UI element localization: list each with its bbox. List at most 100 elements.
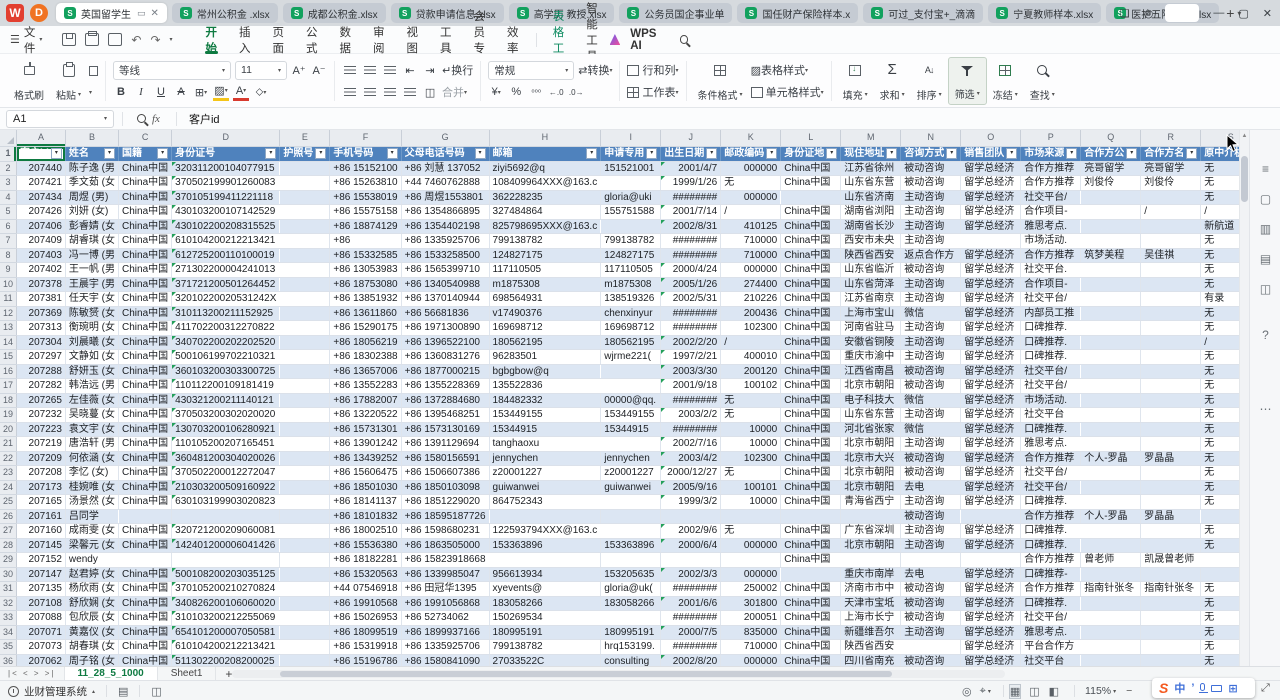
cell[interactable] <box>1141 292 1201 307</box>
cell[interactable] <box>489 509 601 524</box>
cell[interactable] <box>1141 335 1201 350</box>
cell[interactable]: 124827175 <box>489 248 601 263</box>
cell[interactable]: 留学总经济 <box>961 422 1021 437</box>
cell[interactable]: 市场活动. <box>1021 234 1081 249</box>
cell[interactable] <box>280 205 330 220</box>
cell[interactable]: +86 1396522100 <box>401 335 489 350</box>
cell[interactable]: 胡春琪 (女 <box>65 640 118 655</box>
column-header-A[interactable]: A <box>17 130 66 146</box>
cell[interactable]: 207369 <box>17 306 66 321</box>
cell[interactable]: 207173 <box>17 480 66 495</box>
cell[interactable] <box>1081 306 1141 321</box>
cell[interactable]: xyevents@ <box>489 582 601 597</box>
cell[interactable] <box>1081 538 1141 553</box>
cell[interactable]: 周子铭 (女 <box>65 654 118 666</box>
cell[interactable]: 合作方推荐 <box>1021 451 1081 466</box>
cell[interactable] <box>280 437 330 452</box>
cell[interactable]: bgbgbow@q <box>489 364 601 379</box>
cell[interactable] <box>1141 379 1201 394</box>
cell[interactable]: 000000 <box>721 654 781 666</box>
cell[interactable] <box>1201 509 1239 524</box>
row-header-20[interactable]: 20 <box>0 422 17 437</box>
cell[interactable]: 370502199901260083 <box>172 176 280 191</box>
cell[interactable]: +86 15290175 <box>330 321 401 336</box>
filter-header-cell[interactable]: 姓名▾ <box>65 146 118 161</box>
cell[interactable]: 合作项目- <box>1021 277 1081 292</box>
cell[interactable]: China中国 <box>781 306 841 321</box>
cell[interactable]: +86 田冠华1395 <box>401 582 489 597</box>
cell[interactable]: +86 13439252 <box>330 451 401 466</box>
cell[interactable]: 169698712 <box>601 321 661 336</box>
cell[interactable]: 1997/2/21 <box>661 350 721 365</box>
cell[interactable] <box>280 408 330 423</box>
cell[interactable]: China中国 <box>119 176 172 191</box>
copy-icon[interactable] <box>89 66 98 76</box>
cell[interactable]: 无 <box>721 524 781 539</box>
cell[interactable] <box>721 553 781 568</box>
decrease-indent-icon[interactable]: ⇤ <box>402 62 418 79</box>
document-tab[interactable]: S宁夏教师样本.xlsx <box>988 3 1101 23</box>
cell[interactable]: 200120 <box>721 364 781 379</box>
insert-function-button[interactable]: fx <box>152 113 160 125</box>
strikethrough-button[interactable]: A <box>173 84 189 101</box>
cell[interactable]: +86 13611860 <box>330 306 401 321</box>
cell[interactable]: 留学总经济 <box>961 451 1021 466</box>
cell[interactable]: +86 1850103098 <box>401 480 489 495</box>
cell[interactable]: ######## <box>661 422 721 437</box>
cell[interactable]: tanghaoxu <box>489 437 601 452</box>
filter-header-cell[interactable]: 护照号▾ <box>280 146 330 161</box>
row-header-3[interactable]: 3 <box>0 176 17 191</box>
cell[interactable] <box>280 321 330 336</box>
cell[interactable]: China中国 <box>781 451 841 466</box>
cell[interactable]: 留学总经济 <box>961 364 1021 379</box>
cell[interactable]: 2003/2/2 <box>661 408 721 423</box>
cell[interactable]: 湖南省浏阳 <box>841 205 901 220</box>
filter-dropdown-icon[interactable]: ▾ <box>646 148 657 159</box>
cell[interactable]: China中国 <box>119 437 172 452</box>
cell[interactable]: 207223 <box>17 422 66 437</box>
cell[interactable]: 袁文宇 (女 <box>65 422 118 437</box>
cell[interactable]: 留学总经济 <box>961 350 1021 365</box>
cell[interactable]: 825798695XXX@163.c <box>489 219 601 234</box>
cell[interactable]: 2000/6/4 <box>661 538 721 553</box>
cell[interactable]: 2002/8/31 <box>661 219 721 234</box>
cell[interactable]: 无 <box>1201 190 1239 205</box>
sheet-tab[interactable]: 11_28_5_1000 <box>64 667 158 681</box>
cell[interactable]: 无 <box>1201 306 1239 321</box>
selection-mode-chevron-icon[interactable]: ▾ <box>988 688 991 695</box>
cell[interactable]: 留学总经济 <box>961 625 1021 640</box>
cell[interactable] <box>1141 408 1201 423</box>
cell[interactable] <box>1081 219 1141 234</box>
cell[interactable] <box>280 379 330 394</box>
vertical-scrollbar-thumb[interactable] <box>1241 156 1248 202</box>
column-header-H[interactable]: H <box>489 130 601 146</box>
row-header-1[interactable]: 1 <box>0 146 17 161</box>
cell[interactable]: 留学总经济 <box>961 263 1021 278</box>
cell[interactable]: +86 1580841090 <box>401 654 489 666</box>
column-header-K[interactable]: K <box>721 130 781 146</box>
wps-ai-button[interactable]: WPS AI <box>630 28 669 52</box>
cell[interactable]: 留学总经济 <box>961 219 1021 234</box>
edit-panel-icon[interactable]: ▥ <box>1250 222 1280 236</box>
cell[interactable]: guiwanwei <box>601 480 661 495</box>
cell[interactable]: 河南省驻马 <box>841 321 901 336</box>
cell[interactable]: 社交平台/ <box>1021 480 1081 495</box>
row-header-13[interactable]: 13 <box>0 321 17 336</box>
filter-header-cell[interactable]: 邮政编码▾ <box>721 146 781 161</box>
cell[interactable]: China中国 <box>781 292 841 307</box>
cell[interactable] <box>1081 466 1141 481</box>
cell[interactable]: +86 56681836 <box>401 306 489 321</box>
cell[interactable]: +86 18302388 <box>330 350 401 365</box>
cell[interactable]: 刘俊伶 <box>1141 176 1201 191</box>
cell[interactable] <box>1141 437 1201 452</box>
cell[interactable] <box>601 219 661 234</box>
cell[interactable]: +86 13552283 <box>330 379 401 394</box>
cell[interactable] <box>1141 306 1201 321</box>
cell[interactable]: 2003/3/30 <box>661 364 721 379</box>
cell[interactable]: 1999/3/2 <box>661 495 721 510</box>
cell[interactable] <box>1201 553 1239 568</box>
cell[interactable]: 广东省深圳 <box>841 524 901 539</box>
cell[interactable]: 主动咨询 <box>901 437 961 452</box>
cell[interactable]: 207108 <box>17 596 66 611</box>
cell[interactable]: 电子科技大 <box>841 393 901 408</box>
